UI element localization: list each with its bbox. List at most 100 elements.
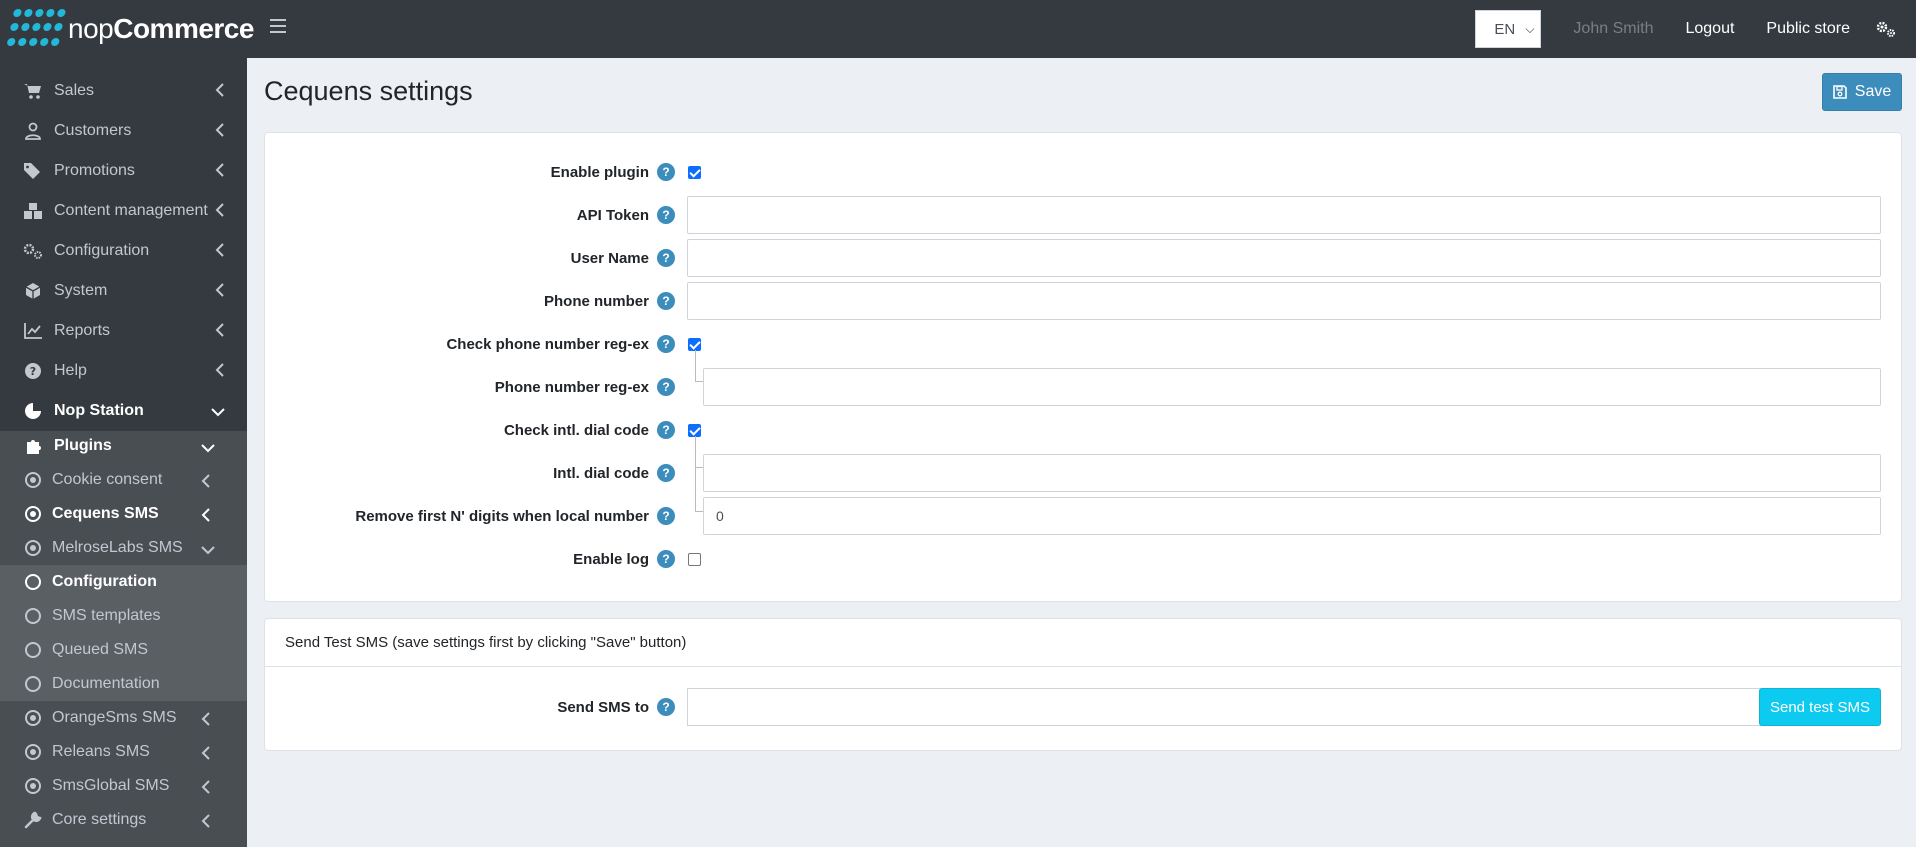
puzzle-icon <box>22 435 44 457</box>
sidebar-item-sms-templates[interactable]: SMS templates <box>0 599 247 633</box>
remove-digits-input[interactable]: 0 <box>703 497 1881 535</box>
user-name-input[interactable] <box>687 239 1881 277</box>
chevron-left-icon <box>215 323 224 337</box>
sidebar-item-plugins[interactable]: Plugins <box>0 428 247 464</box>
chevron-left-icon <box>201 746 210 760</box>
help-icon[interactable]: ? <box>657 292 675 310</box>
sidebar-item-smsglobal-sms[interactable]: SmsGlobal SMS <box>0 769 247 803</box>
help-icon[interactable]: ? <box>657 464 675 482</box>
help-icon[interactable]: ? <box>657 507 675 525</box>
dot-circle-icon <box>22 503 44 525</box>
chevron-left-icon <box>215 163 224 177</box>
help-icon[interactable]: ? <box>657 378 675 396</box>
settings-gears-icon[interactable] <box>1866 0 1906 58</box>
circle-outline-icon <box>22 673 44 695</box>
phone-regex-input[interactable] <box>703 368 1881 406</box>
dot-circle-icon <box>22 775 44 797</box>
help-icon[interactable]: ? <box>657 698 675 716</box>
circle-outline-icon <box>22 605 44 627</box>
check-dial-code-label: Check intl. dial code <box>503 421 649 439</box>
sidebar-item-melroselabs-sms[interactable]: MelroseLabs SMS <box>0 531 247 565</box>
chart-line-icon <box>22 320 44 342</box>
sidebar-item-releans-sms[interactable]: Releans SMS <box>0 735 247 769</box>
help-icon[interactable]: ? <box>657 163 675 181</box>
hamburger-menu-icon[interactable] <box>270 19 286 33</box>
enable-plugin-checkbox[interactable] <box>688 166 701 179</box>
form-row-check-dial-code: Check intl. dial code ? <box>265 411 1903 449</box>
chevron-left-icon <box>201 474 210 488</box>
navbar-right: EN ⌵ John Smith Logout Public store <box>1475 0 1916 58</box>
brand-name: nopCommerce <box>68 13 254 44</box>
phone-regex-label: Phone number reg-ex <box>494 378 649 396</box>
sidebar-item-customers[interactable]: Customers <box>0 111 247 151</box>
enable-log-checkbox[interactable] <box>688 553 701 566</box>
form-row-enable-plugin: Enable plugin ? <box>265 153 1903 191</box>
check-regex-label: Check phone number reg-ex <box>446 335 649 353</box>
sidebar-item-sales[interactable]: Sales <box>0 71 247 111</box>
sidebar-item-melrose-configuration[interactable]: Configuration <box>0 565 247 599</box>
chevron-down-icon <box>211 408 225 417</box>
chevron-down-icon <box>201 546 215 555</box>
sidebar-item-promotions[interactable]: Promotions <box>0 151 247 191</box>
sidebar-item-nop-station[interactable]: Nop Station <box>0 391 247 431</box>
chevron-left-icon <box>215 243 224 257</box>
page-title: Cequens settings <box>264 76 473 106</box>
sidebar-item-reports[interactable]: Reports <box>0 311 247 351</box>
sidebar-item-cookie-consent[interactable]: Cookie consent <box>0 463 247 497</box>
question-circle-icon: ? <box>22 360 44 382</box>
send-sms-to-label: Send SMS to <box>557 698 649 716</box>
form-row-enable-log: Enable log ? <box>265 540 1903 578</box>
sidebar-item-configuration[interactable]: Configuration <box>0 231 247 271</box>
chevron-left-icon <box>201 508 210 522</box>
api-token-label: API Token <box>576 206 649 224</box>
dot-circle-icon <box>22 537 44 559</box>
sidebar-item-system[interactable]: System <box>0 271 247 311</box>
sidebar-item-content-management[interactable]: Content management <box>0 191 247 231</box>
save-button[interactable]: Save <box>1822 73 1902 111</box>
floppy-disk-icon <box>1832 85 1847 99</box>
sidebar-item-cequens-sms[interactable]: Cequens SMS <box>0 497 247 531</box>
phone-number-input[interactable] <box>687 282 1881 320</box>
phone-number-label: Phone number <box>543 292 649 310</box>
send-test-sms-button[interactable]: Send test SMS <box>1759 688 1881 726</box>
sidebar-item-documentation[interactable]: Documentation <box>0 667 247 701</box>
help-icon[interactable]: ? <box>657 335 675 353</box>
form-row-user-name: User Name ? <box>265 239 1903 277</box>
test-sms-header: Send Test SMS (save settings first by cl… <box>265 619 1901 667</box>
cube-icon <box>22 280 44 302</box>
dial-code-label: Intl. dial code <box>553 464 649 482</box>
chevron-left-icon <box>215 123 224 137</box>
svg-text:?: ? <box>30 365 36 378</box>
help-icon[interactable]: ? <box>657 550 675 568</box>
sidebar-item-orangesms-sms[interactable]: OrangeSms SMS <box>0 701 247 735</box>
brand-logo[interactable]: nopCommerce <box>0 0 254 58</box>
form-row-phone-number: Phone number ? <box>265 282 1903 320</box>
dial-code-input[interactable] <box>703 454 1881 492</box>
api-token-input[interactable] <box>687 196 1881 234</box>
logout-link[interactable]: Logout <box>1669 20 1750 38</box>
help-icon[interactable]: ? <box>657 249 675 267</box>
user-icon <box>22 120 44 142</box>
tags-icon <box>22 160 44 182</box>
dot-circle-icon <box>22 741 44 763</box>
enable-plugin-label: Enable plugin <box>550 163 649 181</box>
sidebar-item-queued-sms[interactable]: Queued SMS <box>0 633 247 667</box>
top-navbar: nopCommerce EN ⌵ John Smith Logout Public… <box>0 0 1916 58</box>
chevron-left-icon <box>201 712 210 726</box>
dot-circle-icon <box>22 469 44 491</box>
public-store-link[interactable]: Public store <box>1750 20 1866 38</box>
wrench-icon <box>22 809 44 831</box>
send-sms-to-input[interactable] <box>687 688 1761 726</box>
gears-icon <box>22 240 44 262</box>
sidebar-item-core-settings[interactable]: Core settings <box>0 803 247 837</box>
sidebar-item-help[interactable]: ? Help <box>0 351 247 391</box>
language-select[interactable]: EN ⌵ <box>1475 10 1542 48</box>
remove-digits-label: Remove first N' digits when local number <box>355 507 649 525</box>
help-icon[interactable]: ? <box>657 206 675 224</box>
logo-icon <box>6 9 67 49</box>
help-icon[interactable]: ? <box>657 421 675 439</box>
chevron-left-icon <box>215 203 224 217</box>
form-row-api-token: API Token ? <box>265 196 1903 234</box>
test-sms-card: Send Test SMS (save settings first by cl… <box>264 618 1902 751</box>
form-row-dial-code: Intl. dial code ? <box>265 454 1903 492</box>
